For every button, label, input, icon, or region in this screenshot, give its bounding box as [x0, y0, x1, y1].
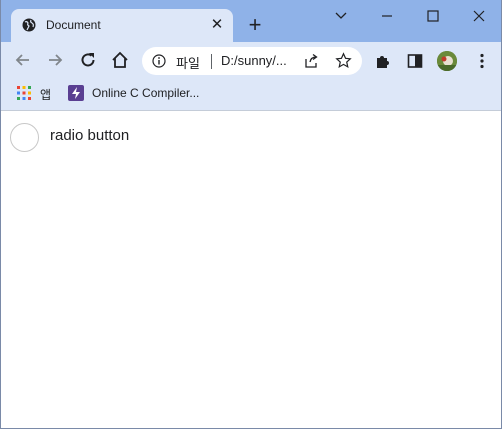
- bolt-icon: [68, 85, 84, 101]
- browser-tab[interactable]: Document ✕: [11, 9, 233, 42]
- page-content: radio button: [1, 111, 501, 428]
- profile-avatar[interactable]: [437, 51, 457, 71]
- share-icon[interactable]: [303, 53, 319, 69]
- reload-icon[interactable]: [78, 50, 98, 70]
- url-scheme-label: 파일: [176, 56, 200, 71]
- bookmark-star-icon[interactable]: [335, 52, 352, 69]
- back-arrow-icon[interactable]: [13, 50, 33, 70]
- side-panel-icon[interactable]: [406, 52, 424, 70]
- forward-arrow-icon[interactable]: [45, 50, 65, 70]
- bookmarks-bar: 앱 Online C Compiler...: [1, 79, 501, 111]
- puzzle-icon[interactable]: [374, 52, 392, 70]
- bookmark-online-c-compiler[interactable]: Online C Compiler...: [92, 86, 199, 100]
- title-bar: Document ✕ +: [1, 0, 501, 42]
- chevron-down-icon[interactable]: [331, 6, 351, 26]
- maximize-icon[interactable]: [423, 6, 443, 26]
- browser-toolbar: 파일 D:/sunny/...: [1, 42, 501, 79]
- avatar-image: [437, 51, 457, 71]
- info-icon[interactable]: [152, 54, 166, 68]
- kebab-menu-icon[interactable]: [473, 52, 491, 70]
- tab-title: Document: [46, 18, 101, 32]
- home-icon[interactable]: [110, 50, 130, 70]
- browser-window: Document ✕ + 파일 D:/sunny/... 앱 Online C …: [0, 0, 502, 429]
- bookmark-apps-label[interactable]: 앱: [40, 86, 51, 103]
- new-tab-button[interactable]: +: [245, 14, 265, 36]
- close-icon[interactable]: [469, 6, 489, 26]
- tab-close-icon[interactable]: ✕: [208, 16, 226, 34]
- radio-button[interactable]: [10, 123, 39, 152]
- minimize-icon[interactable]: [377, 6, 397, 26]
- url-text[interactable]: D:/sunny/...: [221, 53, 287, 68]
- address-bar[interactable]: 파일 D:/sunny/...: [142, 47, 362, 75]
- globe-icon: [22, 18, 36, 32]
- omnibox-separator: [211, 54, 212, 69]
- apps-grid-icon[interactable]: [17, 86, 31, 100]
- radio-button-label[interactable]: radio button: [50, 127, 129, 144]
